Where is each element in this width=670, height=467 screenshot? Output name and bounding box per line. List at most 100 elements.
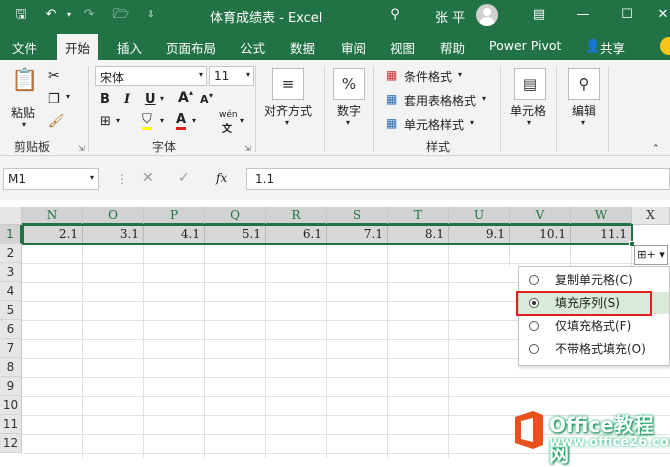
maximize-icon[interactable]: ☐ <box>618 7 636 23</box>
font-size-select[interactable]: 11 ▾ <box>209 66 254 86</box>
undo-icon[interactable]: ↶ <box>42 7 60 23</box>
undo-dropdown-icon[interactable]: ▾ <box>60 7 78 23</box>
column-header[interactable]: P <box>144 207 205 225</box>
font-color-icon[interactable]: A <box>176 112 187 130</box>
row-header[interactable]: 11 <box>0 415 22 434</box>
number-format-icon[interactable]: % <box>333 68 365 100</box>
formula-input[interactable]: 1.1 <box>246 168 670 190</box>
cells-button[interactable]: 单元格 <box>510 102 546 119</box>
row-header[interactable]: 9 <box>0 377 22 396</box>
borders-dropdown-icon[interactable]: ▾ <box>116 116 120 125</box>
paste-dropdown-icon[interactable]: ▾ <box>22 120 26 129</box>
fill-color-icon[interactable]: ⛉ <box>142 112 152 130</box>
tab-insert[interactable]: 插入 <box>117 38 142 57</box>
editing-search-icon[interactable]: ⚲ <box>568 68 600 100</box>
row-header[interactable]: 5 <box>0 301 22 320</box>
column-header[interactable]: W <box>571 207 632 225</box>
column-header[interactable]: U <box>449 207 510 225</box>
row-header[interactable]: 2 <box>0 244 22 263</box>
auto-fill-options-button[interactable]: ⊞+ ▾ <box>634 245 668 265</box>
row-header[interactable]: 12 <box>0 434 22 453</box>
select-all-corner[interactable] <box>0 207 22 225</box>
row-header[interactable]: 8 <box>0 358 22 377</box>
save-icon[interactable]: 🖫 <box>12 7 30 23</box>
cells-dropdown-icon[interactable]: ▾ <box>527 118 531 127</box>
name-box[interactable]: M1 ▾ <box>3 168 99 190</box>
option-fill-formatting-only[interactable]: 仅填充格式(F) <box>519 315 669 337</box>
conditional-format-dropdown-icon[interactable]: ▾ <box>458 70 462 79</box>
copy-icon[interactable]: ❐ <box>48 92 60 107</box>
format-as-table-button[interactable]: 套用表格格式 <box>404 92 476 109</box>
cell-styles-button[interactable]: 单元格样式 <box>404 116 464 133</box>
number-button[interactable]: 数字 <box>337 102 361 119</box>
row-header[interactable]: 10 <box>0 396 22 415</box>
conditional-format-button[interactable]: 条件格式 <box>404 68 452 85</box>
tab-formulas[interactable]: 公式 <box>240 38 265 57</box>
tab-file[interactable]: 文件 <box>12 38 37 57</box>
tab-home[interactable]: 开始 <box>57 34 99 60</box>
search-icon[interactable]: ⚲ <box>386 7 404 23</box>
column-header[interactable]: O <box>83 207 144 225</box>
share-icon[interactable]: 👤 <box>585 38 601 54</box>
tab-review[interactable]: 审阅 <box>341 38 366 57</box>
column-header[interactable]: R <box>266 207 327 225</box>
fill-color-dropdown-icon[interactable]: ▾ <box>160 116 164 125</box>
cells-icon[interactable]: ▤ <box>514 68 546 100</box>
shrink-font-button[interactable]: A <box>200 93 209 106</box>
tab-view[interactable]: 视图 <box>390 38 415 57</box>
row-header[interactable]: 3 <box>0 263 22 282</box>
open-folder-icon[interactable]: 🗁 <box>112 7 130 23</box>
cut-icon[interactable]: ✂ <box>48 68 60 84</box>
font-name-select[interactable]: 宋体 ▾ <box>95 66 207 86</box>
format-as-table-dropdown-icon[interactable]: ▾ <box>482 94 486 103</box>
font-launcher-icon[interactable]: ⇲ <box>244 144 251 153</box>
alignment-dropdown-icon[interactable]: ▾ <box>285 118 289 127</box>
underline-dropdown-icon[interactable]: ▾ <box>160 94 164 103</box>
minimize-icon[interactable]: — <box>574 7 592 23</box>
column-header[interactable]: X <box>632 207 670 225</box>
column-header[interactable]: S <box>327 207 388 225</box>
editing-button[interactable]: 编辑 <box>572 102 596 119</box>
row-header[interactable]: 1 <box>0 225 22 244</box>
enter-icon[interactable]: ✓ <box>178 170 190 186</box>
row-header[interactable]: 7 <box>0 339 22 358</box>
tab-power-pivot[interactable]: Power Pivot <box>489 38 561 53</box>
editing-dropdown-icon[interactable]: ▾ <box>581 118 585 127</box>
clipboard-launcher-icon[interactable]: ⇲ <box>78 144 85 153</box>
redo-icon[interactable]: ↷ <box>80 7 98 23</box>
paste-button[interactable]: 粘贴 <box>11 104 35 121</box>
share-button[interactable]: 共享 <box>600 38 625 57</box>
font-color-dropdown-icon[interactable]: ▾ <box>192 116 196 125</box>
borders-icon[interactable]: ⊞ <box>100 114 111 129</box>
paste-icon[interactable]: 📋 <box>9 66 41 98</box>
close-icon[interactable]: ✕ <box>654 7 670 23</box>
phonetic-guide-button[interactable]: wén <box>219 110 238 120</box>
underline-button[interactable]: U <box>145 92 156 107</box>
option-copy-cells[interactable]: 复制单元格(C) <box>519 269 669 291</box>
column-header[interactable]: V <box>510 207 571 225</box>
phonetic-dropdown-icon[interactable]: ▾ <box>240 116 244 125</box>
column-header[interactable]: Q <box>205 207 266 225</box>
copy-dropdown-icon[interactable]: ▾ <box>66 92 70 101</box>
cell-styles-dropdown-icon[interactable]: ▾ <box>470 118 474 127</box>
row-header[interactable]: 4 <box>0 282 22 301</box>
alignment-icon[interactable]: ≡ <box>272 68 304 100</box>
insert-function-icon[interactable]: fx <box>216 171 227 185</box>
tab-data[interactable]: 数据 <box>290 38 315 57</box>
cancel-icon[interactable]: ✕ <box>142 170 154 186</box>
tab-help[interactable]: 帮助 <box>440 38 465 57</box>
row-header[interactable]: 6 <box>0 320 22 339</box>
avatar[interactable] <box>476 4 498 26</box>
bold-button[interactable]: B <box>100 92 110 107</box>
option-fill-without-formatting[interactable]: 不带格式填充(O) <box>519 338 669 360</box>
alignment-button[interactable]: 对齐方式 <box>264 102 312 119</box>
column-header[interactable]: T <box>388 207 449 225</box>
column-header[interactable]: N <box>22 207 83 225</box>
ribbon-display-icon[interactable]: ▤ <box>530 7 548 23</box>
tab-page-layout[interactable]: 页面布局 <box>166 38 216 57</box>
number-dropdown-icon[interactable]: ▾ <box>346 118 350 127</box>
collapse-ribbon-icon[interactable]: ⌃ <box>652 144 660 154</box>
italic-button[interactable]: I <box>124 92 130 107</box>
grow-font-button[interactable]: A <box>178 90 189 106</box>
format-painter-icon[interactable]: 🖌 <box>48 114 65 129</box>
